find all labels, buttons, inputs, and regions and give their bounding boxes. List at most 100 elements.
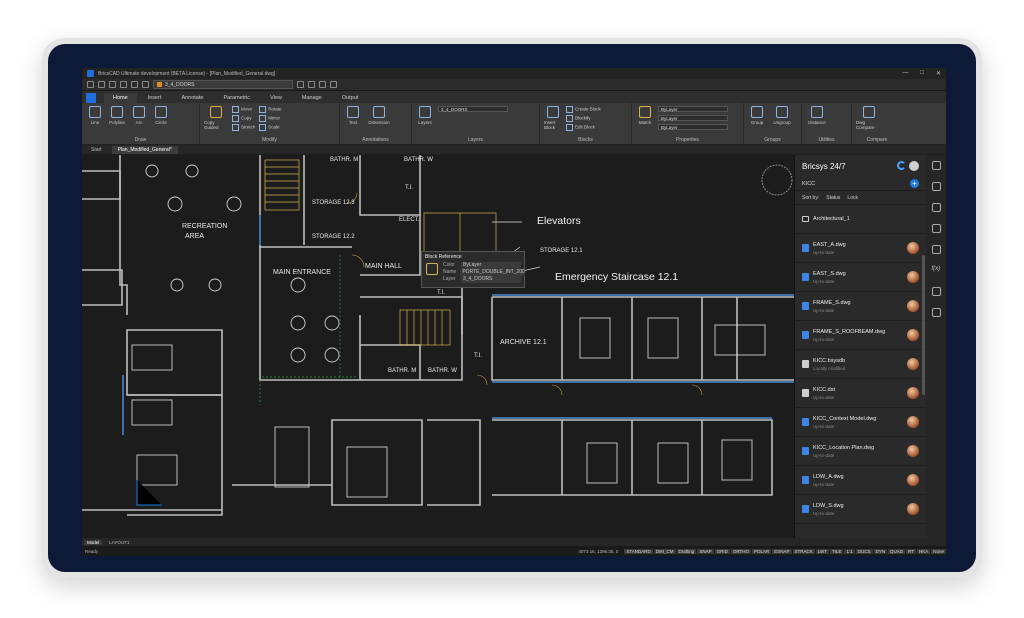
- status-toggle[interactable]: LWT: [815, 548, 829, 554]
- list-item[interactable]: KICC.dst Up-to-date: [795, 379, 926, 408]
- structure-icon[interactable]: [931, 287, 941, 296]
- doc-tab-start[interactable]: Start: [85, 146, 108, 154]
- sort-by-status[interactable]: Status: [826, 195, 840, 201]
- maximize-button[interactable]: □: [920, 70, 924, 77]
- list-item[interactable]: FRAME_S_ROOFBEAM.dwg Up-to-date: [795, 321, 926, 350]
- status-toggle[interactable]: SNAP: [697, 548, 714, 554]
- label-bathr-w-bottom: BATHR. W: [428, 368, 457, 374]
- status-toggle[interactable]: Drafting: [676, 548, 697, 554]
- tab-home[interactable]: Home: [104, 93, 137, 103]
- list-item[interactable]: KICC_Context Model.dwg Up-to-date: [795, 408, 926, 437]
- status-toggle[interactable]: ORTHO: [730, 548, 751, 554]
- status-toggle[interactable]: STRACK: [792, 548, 815, 554]
- layout-tab-model[interactable]: Model: [84, 539, 103, 545]
- color-dropdown[interactable]: ByLayer: [658, 106, 728, 112]
- layers-panel-icon[interactable]: [931, 203, 941, 212]
- lightbulb-icon[interactable]: [931, 161, 941, 170]
- list-item[interactable]: LDW_A.dwg Up-to-date: [795, 466, 926, 495]
- scale-button[interactable]: Scale: [259, 124, 281, 131]
- layers-current-dropdown[interactable]: 3_4_DOORS: [438, 106, 508, 112]
- status-toggle[interactable]: POLAR: [752, 548, 772, 554]
- layer-color-swatch: [157, 82, 162, 87]
- minimize-button[interactable]: —: [902, 70, 908, 77]
- status-toggle[interactable]: TILE: [829, 548, 844, 554]
- file-status: Up-to-date: [813, 307, 835, 313]
- list-item[interactable]: FRAME_S.dwg Up-to-date: [795, 292, 926, 321]
- status-toggle[interactable]: DIM_CM: [653, 548, 676, 554]
- sort-by-lock[interactable]: Lock: [847, 195, 858, 201]
- status-toggle[interactable]: DYN: [873, 548, 888, 554]
- layer-dropdown[interactable]: 3_4_DOORS: [153, 80, 293, 89]
- status-toggle[interactable]: None: [931, 548, 946, 554]
- help-icon[interactable]: [330, 81, 337, 88]
- properties-panel-icon[interactable]: [931, 182, 941, 191]
- attach-icon[interactable]: [931, 224, 941, 233]
- save-icon[interactable]: [109, 81, 116, 88]
- tab-insert[interactable]: Insert: [139, 93, 171, 103]
- status-toggle[interactable]: RT: [906, 548, 916, 554]
- close-button[interactable]: ✕: [936, 70, 941, 77]
- breadcrumb-item[interactable]: KICC: [802, 181, 815, 187]
- drawing-canvas[interactable]: BATHR. M BATHR. W STORAGE 12.3 STORAGE 1…: [82, 155, 794, 538]
- tab-output[interactable]: Output: [333, 93, 368, 103]
- status-toggle[interactable]: DUCS: [855, 548, 873, 554]
- layout-tab-layout1[interactable]: LAYOUT1: [106, 540, 132, 545]
- tab-view[interactable]: View: [261, 93, 291, 103]
- function-icon[interactable]: f(x): [932, 266, 941, 275]
- blockify-button[interactable]: Blockify: [566, 115, 601, 122]
- layer-tool-icon[interactable]: [308, 81, 315, 88]
- file-name: EAST_A.dwg: [813, 241, 846, 248]
- user-avatar[interactable]: [909, 161, 919, 171]
- status-toggle[interactable]: STANDARD: [624, 548, 653, 554]
- block-ref-layer-value[interactable]: 3_4_DOORS: [461, 276, 521, 283]
- library-icon[interactable]: [931, 245, 941, 254]
- application-menu-button[interactable]: [86, 93, 96, 103]
- block-reference-popup[interactable]: Block Reference Color ByLayer Name PORTE…: [421, 251, 525, 288]
- insert-block-icon: [547, 106, 559, 118]
- redo-icon[interactable]: [142, 81, 149, 88]
- add-icon[interactable]: +: [910, 179, 919, 188]
- stretch-button[interactable]: Stretch: [232, 124, 255, 131]
- block-ref-name-value[interactable]: PORTE_DOUBLE_INT_200: [460, 269, 525, 276]
- print-icon[interactable]: [120, 81, 127, 88]
- layers-label: Layers: [418, 120, 432, 125]
- linetype-dropdown[interactable]: ByLayer: [658, 115, 728, 121]
- tab-annotate[interactable]: Annotate: [172, 93, 212, 103]
- refresh-icon[interactable]: [897, 161, 906, 170]
- window-title: BricsCAD Ultimate development (BETA Lice…: [98, 70, 276, 77]
- cloud-icon[interactable]: [931, 308, 941, 317]
- list-item[interactable]: KICC.bsysdb Locally modified: [795, 350, 926, 379]
- status-toggle[interactable]: QUAD: [888, 548, 906, 554]
- doc-tab-plan[interactable]: Plan_Modified_General*: [111, 145, 178, 154]
- edit-block-button[interactable]: Edit Block: [566, 124, 601, 131]
- create-block-button[interactable]: Create Block: [566, 106, 601, 113]
- list-item[interactable]: Architectural_1: [795, 205, 926, 234]
- tab-parametric[interactable]: Parametric: [214, 93, 259, 103]
- new-file-icon[interactable]: [87, 81, 94, 88]
- list-item[interactable]: EAST_S.dwg Up-to-date: [795, 263, 926, 292]
- tab-manage[interactable]: Manage: [293, 93, 331, 103]
- text-label: Text: [348, 120, 358, 125]
- ribbon-tabs: Home Insert Annotate Parametric View Man…: [82, 91, 946, 103]
- block-ref-color-value[interactable]: ByLayer: [461, 262, 521, 269]
- undo-icon[interactable]: [131, 81, 138, 88]
- status-toggle[interactable]: HKA: [916, 548, 931, 554]
- list-item[interactable]: EAST_A.dwg Up-to-date: [795, 234, 926, 263]
- copy-button[interactable]: Copy: [232, 115, 255, 122]
- label-bathr-w-top: BATHR. W: [404, 157, 433, 163]
- status-toggle[interactable]: GRID: [714, 548, 730, 554]
- list-item[interactable]: LDW_S.dwg Up-to-date: [795, 495, 926, 524]
- status-toggle[interactable]: 1:1: [844, 548, 855, 554]
- list-item[interactable]: KICC_Location Plan.dwg Up-to-date: [795, 437, 926, 466]
- mirror-button[interactable]: Mirror: [259, 115, 281, 122]
- status-toggle[interactable]: ESNAP: [772, 548, 792, 554]
- rotate-button[interactable]: Rotate: [259, 106, 281, 113]
- open-file-icon[interactable]: [98, 81, 105, 88]
- move-button[interactable]: Move: [232, 106, 255, 113]
- lineweight-dropdown[interactable]: ByLayer: [658, 124, 728, 130]
- compare-panel: Dwg Compare Compare: [852, 103, 902, 144]
- groups-panel-caption: Groups: [764, 137, 781, 143]
- properties-icon[interactable]: [319, 81, 326, 88]
- panel-scrollbar[interactable]: [922, 255, 925, 395]
- layer-tool-icon[interactable]: [297, 81, 304, 88]
